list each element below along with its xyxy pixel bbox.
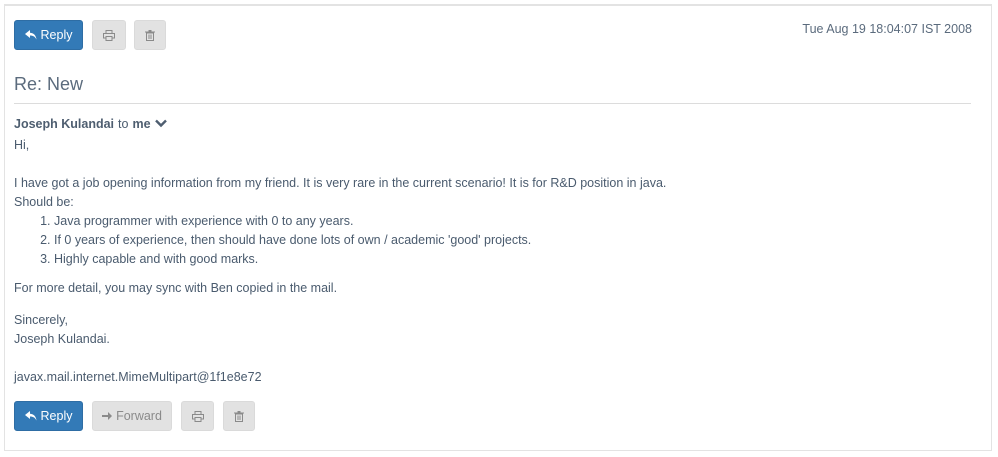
reply-button-label: Reply	[40, 28, 73, 42]
print-button[interactable]	[92, 20, 126, 50]
print-icon	[103, 29, 115, 41]
list-item: If 0 years of experience, then should ha…	[54, 231, 666, 250]
body-paragraph: I have got a job opening information fro…	[14, 176, 667, 190]
greeting: Hi,	[14, 138, 30, 152]
divider	[14, 103, 971, 104]
recipient-name: me	[132, 117, 151, 131]
reply-icon	[24, 30, 37, 40]
delete-button[interactable]	[134, 20, 166, 50]
mime-text: javax.mail.internet.MimeMultipart@1f1e8e…	[14, 370, 262, 384]
chevron-down-icon[interactable]	[154, 117, 167, 131]
list-item: Highly capable and with good marks.	[54, 250, 666, 269]
requirements-list: Java programmer with experience with 0 t…	[14, 212, 666, 269]
message-date: Tue Aug 19 18:04:07 IST 2008	[802, 22, 972, 36]
print-icon	[191, 410, 204, 422]
to-word: to	[118, 117, 129, 131]
message-subject: Re: New	[14, 74, 84, 94]
reply-button-label: Reply	[40, 409, 73, 423]
sender-line: Joseph Kulandai to me	[14, 117, 167, 131]
delete-button-bottom[interactable]	[223, 401, 255, 431]
print-button-bottom[interactable]	[181, 401, 214, 431]
reply-button-bottom[interactable]: Reply	[14, 401, 83, 431]
body-paragraph: For more detail, you may sync with Ben c…	[14, 281, 338, 295]
trash-icon	[234, 410, 244, 422]
arrow-right-icon	[102, 411, 113, 421]
reply-icon	[24, 411, 37, 421]
sender-name: Joseph Kulandai	[14, 117, 115, 131]
list-item: Java programmer with experience with 0 t…	[54, 212, 666, 231]
reply-button[interactable]: Reply	[14, 20, 83, 50]
closing: Sincerely,	[14, 313, 68, 327]
trash-icon	[145, 29, 155, 41]
forward-button-label: Forward	[116, 409, 162, 423]
signature: Joseph Kulandai.	[14, 332, 110, 346]
should-be-text: Should be:	[14, 195, 74, 209]
forward-button[interactable]: Forward	[92, 401, 172, 431]
message-body: Hi, I have got a job opening information…	[14, 136, 666, 387]
